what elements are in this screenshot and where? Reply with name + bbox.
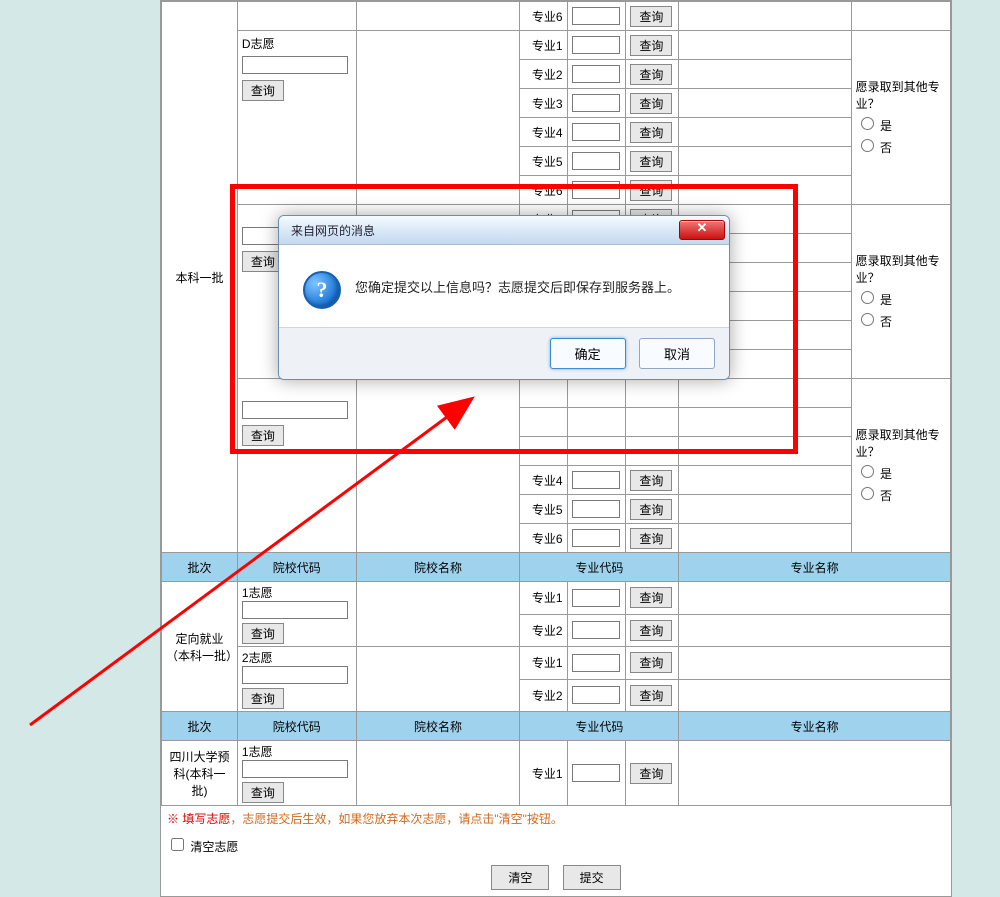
radio-no-label: 否 <box>880 489 892 503</box>
dialog-title: 来自网页的消息 <box>291 222 679 239</box>
confirm-dialog: 来自网页的消息 ✕ ? 您确定提交以上信息吗？志愿提交后即保存到服务器上。 确定… <box>278 215 730 380</box>
query-button[interactable]: 查询 <box>630 93 672 114</box>
radio-yes[interactable] <box>861 117 874 130</box>
query-button[interactable]: 查询 <box>630 180 672 201</box>
col-batch: 批次 <box>162 553 238 582</box>
query-button[interactable]: 查询 <box>630 6 672 27</box>
col-major-code: 专业代码 <box>520 553 679 582</box>
query-button[interactable]: 查询 <box>630 620 672 641</box>
cancel-button[interactable]: 取消 <box>639 338 715 369</box>
school-code-input[interactable] <box>242 401 348 419</box>
major-input[interactable] <box>572 36 620 54</box>
radio-no-label: 否 <box>880 315 892 329</box>
school-code-input[interactable] <box>242 56 348 74</box>
major-input[interactable] <box>572 123 620 141</box>
major-input[interactable] <box>572 529 620 547</box>
radio-no-label: 否 <box>880 141 892 155</box>
clear-wish-label: 清空志愿 <box>190 840 238 854</box>
label-m5: 专业5 <box>520 495 567 524</box>
major-input[interactable] <box>572 764 620 782</box>
radio-yes[interactable] <box>861 465 874 478</box>
major-input[interactable] <box>572 65 620 83</box>
col-major-name: 专业名称 <box>679 712 951 741</box>
label-m1: 专业1 <box>520 582 567 615</box>
major-input[interactable] <box>572 686 620 704</box>
clear-wish-checkbox[interactable] <box>171 838 184 851</box>
radio-no[interactable] <box>861 487 874 500</box>
question-icon: ? <box>303 271 341 309</box>
opt-question: 愿录取到其他专业？ <box>856 78 946 112</box>
query-button[interactable]: 查询 <box>630 763 672 784</box>
note-area: ※ 填写志愿，志愿提交后生效，如果您放弃本次志愿，请点击"清空"按钮。 <box>161 806 951 831</box>
query-button[interactable]: 查询 <box>242 782 284 803</box>
label-m1: 专业1 <box>520 31 567 60</box>
query-button[interactable]: 查询 <box>630 151 672 172</box>
radio-yes-label: 是 <box>880 293 892 307</box>
opt-question: 愿录取到其他专业？ <box>856 426 946 460</box>
query-button[interactable]: 查询 <box>242 425 284 446</box>
label-m2: 专业2 <box>520 614 567 647</box>
major-input[interactable] <box>572 152 620 170</box>
col-batch: 批次 <box>162 712 238 741</box>
opt-question: 愿录取到其他专业？ <box>856 252 946 286</box>
col-school-name: 院校名称 <box>356 553 520 582</box>
query-button[interactable]: 查询 <box>630 587 672 608</box>
major-input[interactable] <box>572 7 620 25</box>
col-school-code: 院校代码 <box>237 712 356 741</box>
major-input[interactable] <box>572 500 620 518</box>
school-code-input[interactable] <box>242 760 348 778</box>
major-input[interactable] <box>572 589 620 607</box>
batch-bk1: 本科一批 <box>162 2 238 553</box>
query-button[interactable]: 查询 <box>630 685 672 706</box>
query-button[interactable]: 查询 <box>630 470 672 491</box>
label-m1: 专业1 <box>520 647 567 680</box>
major-input[interactable] <box>572 654 620 672</box>
label-m5: 专业5 <box>520 147 567 176</box>
clear-button[interactable]: 清空 <box>491 865 549 890</box>
submit-button[interactable]: 提交 <box>563 865 621 890</box>
query-button[interactable]: 查询 <box>630 64 672 85</box>
major-input[interactable] <box>572 471 620 489</box>
query-button[interactable]: 查询 <box>242 80 284 101</box>
wish-2-label: 2志愿 <box>242 649 352 666</box>
query-button[interactable]: 查询 <box>630 499 672 520</box>
query-button[interactable]: 查询 <box>630 652 672 673</box>
dialog-message: 您确定提交以上信息吗？志愿提交后即保存到服务器上。 <box>355 271 680 296</box>
major-input[interactable] <box>572 621 620 639</box>
ok-button[interactable]: 确定 <box>550 338 626 369</box>
major-input[interactable] <box>572 94 620 112</box>
col-school-code: 院校代码 <box>237 553 356 582</box>
label-m4: 专业4 <box>520 466 567 495</box>
radio-yes-label: 是 <box>880 467 892 481</box>
label-m4: 专业4 <box>520 118 567 147</box>
wish-d-label: D志愿 <box>242 35 352 52</box>
label-m6: 专业6 <box>520 524 567 553</box>
school-code-input[interactable] <box>242 666 348 684</box>
school-code-input[interactable] <box>242 601 348 619</box>
label-m3: 专业3 <box>520 89 567 118</box>
label-m1: 专业1 <box>520 741 567 806</box>
label-m2: 专业2 <box>520 60 567 89</box>
radio-no[interactable] <box>861 139 874 152</box>
batch-scdx: 四川大学预科(本科一批) <box>162 741 238 806</box>
query-button[interactable]: 查询 <box>630 35 672 56</box>
query-button[interactable]: 查询 <box>242 688 284 709</box>
label-m6: 专业6 <box>520 2 567 31</box>
query-button[interactable]: 查询 <box>242 623 284 644</box>
radio-no[interactable] <box>861 313 874 326</box>
wish-1-label: 1志愿 <box>242 743 352 760</box>
col-school-name: 院校名称 <box>356 712 520 741</box>
batch-dxjy: 定向就业（本科一批） <box>162 582 238 712</box>
label-m6: 专业6 <box>520 176 567 205</box>
col-major-code: 专业代码 <box>520 712 679 741</box>
radio-yes-label: 是 <box>880 119 892 133</box>
query-button[interactable]: 查询 <box>630 122 672 143</box>
wish-1-label: 1志愿 <box>242 584 352 601</box>
radio-yes[interactable] <box>861 291 874 304</box>
major-input[interactable] <box>572 181 620 199</box>
label-m2: 专业2 <box>520 679 567 712</box>
close-icon[interactable]: ✕ <box>679 220 725 240</box>
query-button[interactable]: 查询 <box>630 528 672 549</box>
col-major-name: 专业名称 <box>679 553 951 582</box>
